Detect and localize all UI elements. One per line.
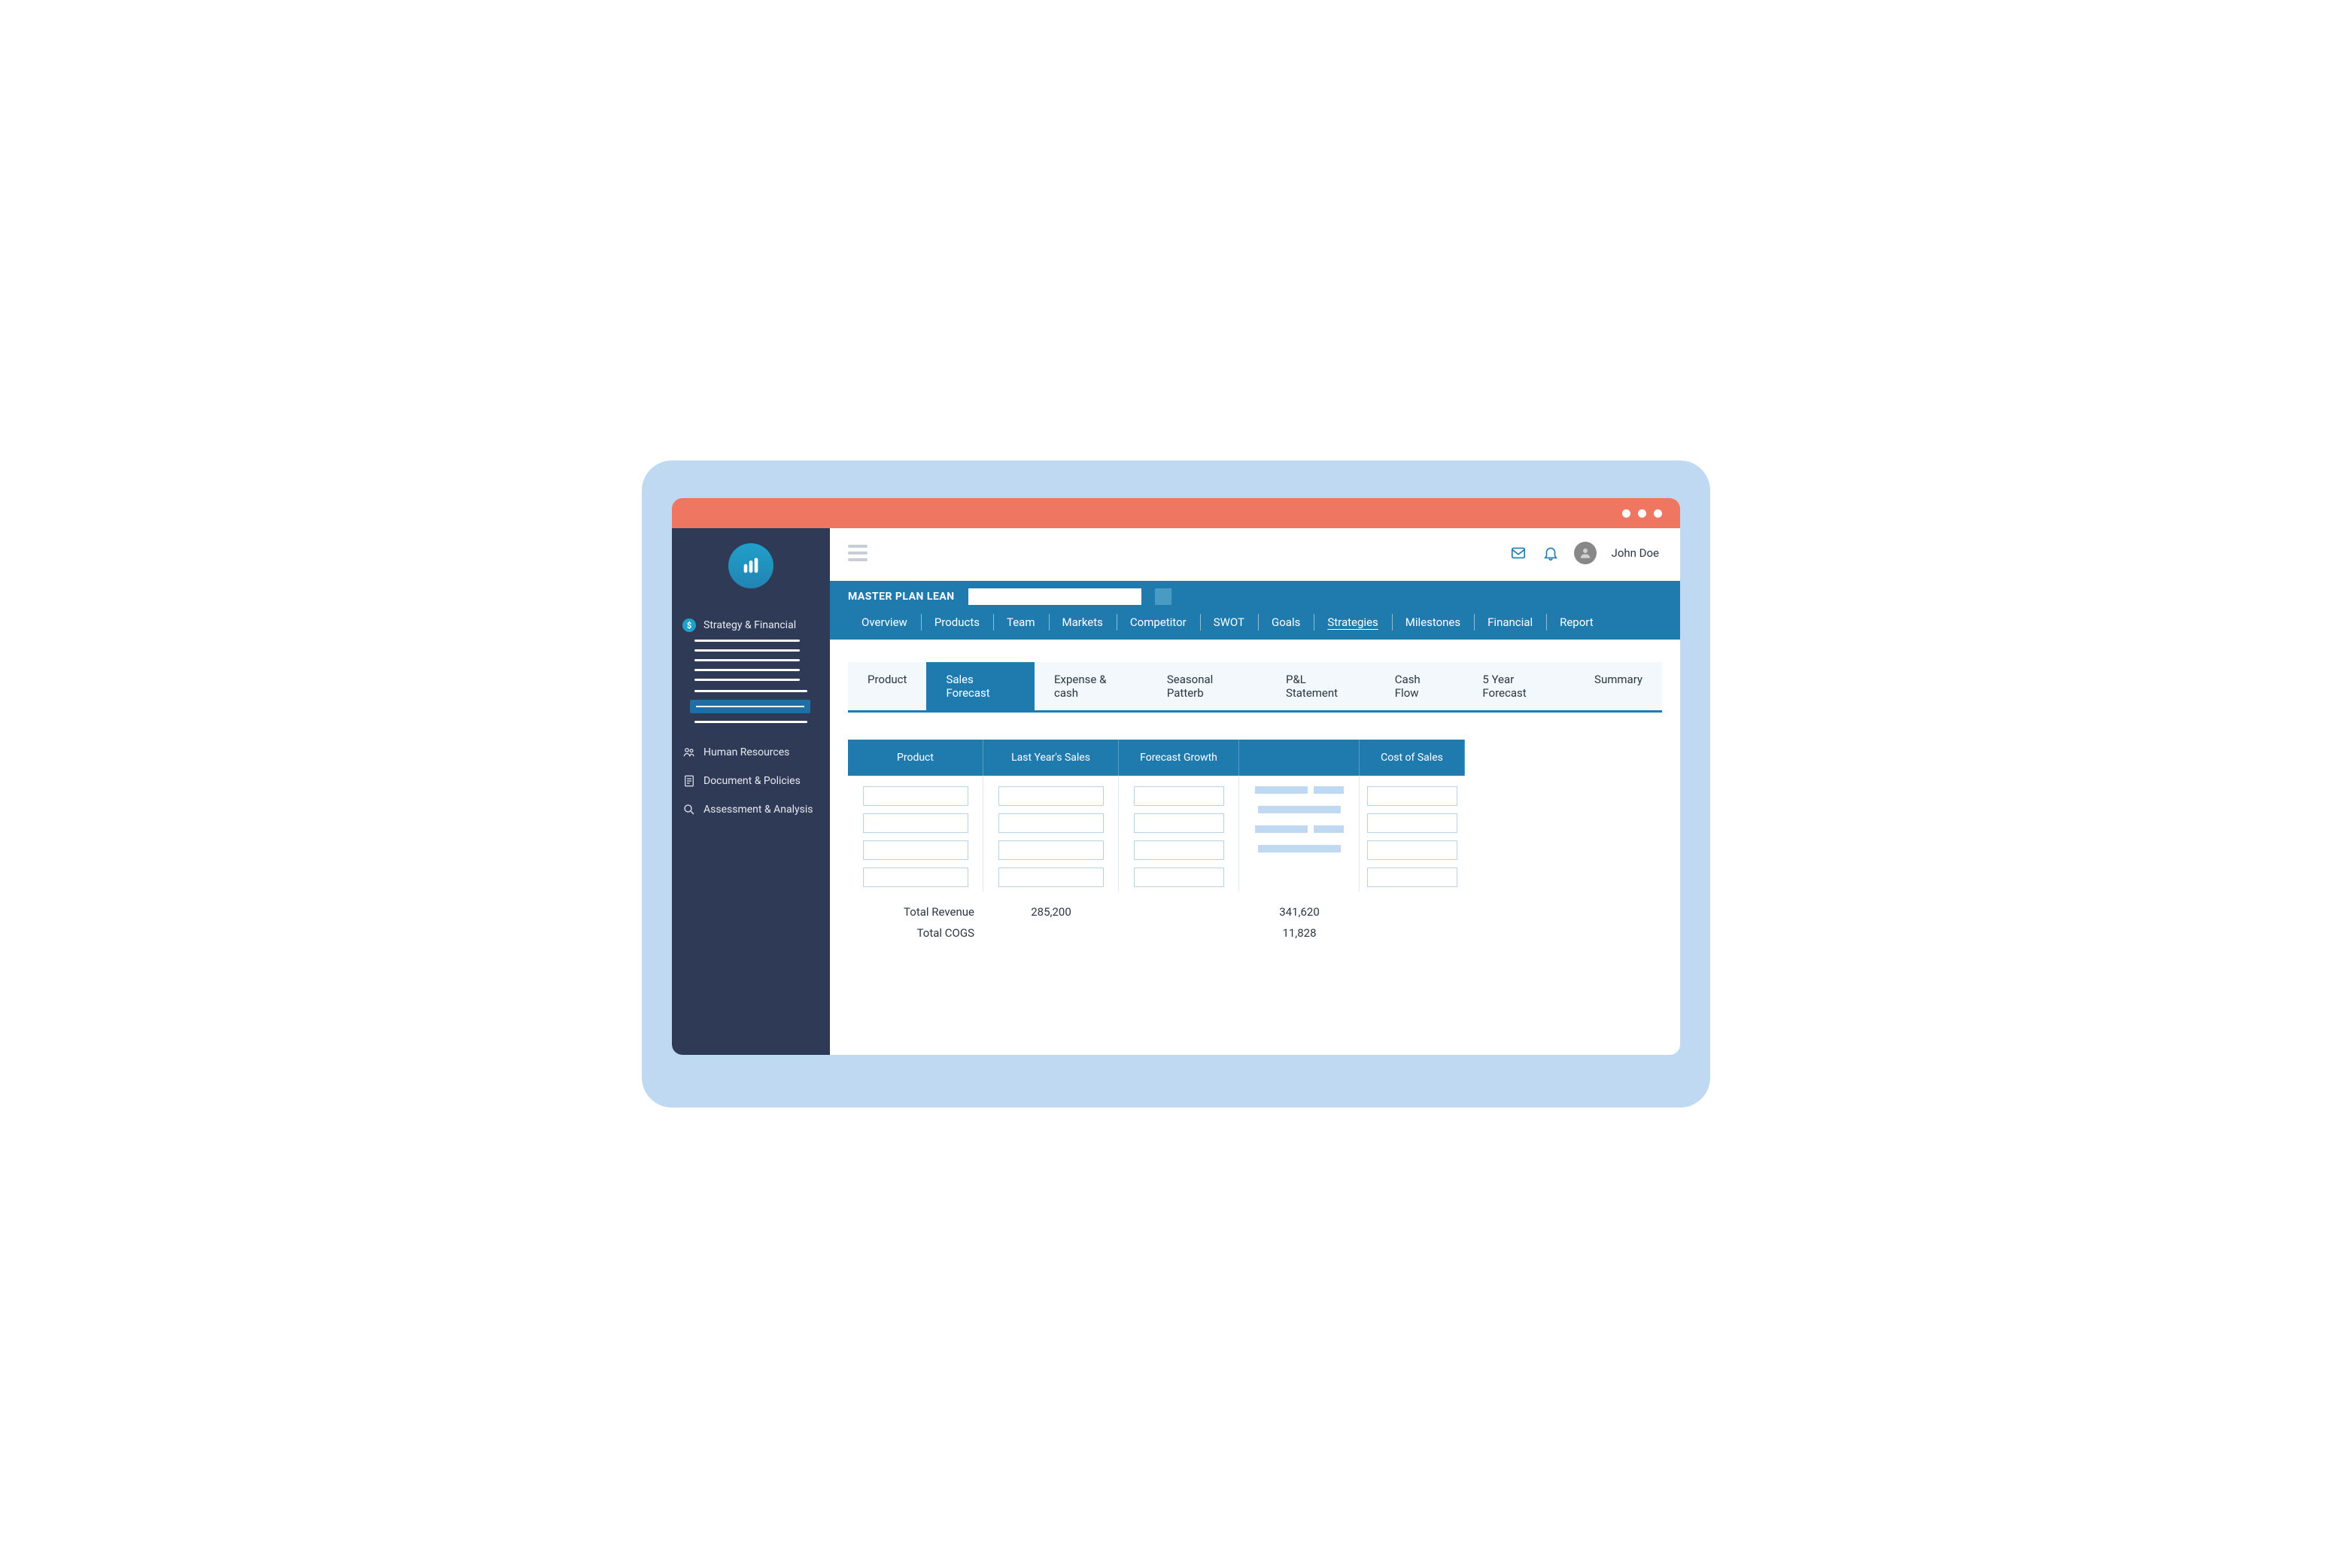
last-year-sales-input[interactable] [998, 813, 1104, 833]
sidebar-item-label: Assessment & Analysis [703, 804, 813, 816]
plan-title: MASTER PLAN LEAN [848, 591, 955, 603]
user-icon [1579, 546, 1592, 560]
window-control-dot[interactable] [1638, 509, 1646, 518]
sidebar-sublines [672, 690, 830, 728]
slider-placeholder[interactable] [1314, 825, 1344, 833]
slider-placeholder[interactable] [1258, 806, 1341, 813]
total-revenue-forecast: 341,620 [1239, 905, 1360, 919]
slider-placeholder[interactable] [1255, 786, 1308, 794]
sidebar: $ Strategy & Financial [672, 528, 830, 1055]
tab-goals[interactable]: Goals [1258, 612, 1314, 632]
logo-bars-icon [740, 555, 761, 576]
tab-report[interactable]: Report [1546, 612, 1607, 632]
plan-action-button[interactable] [1155, 588, 1171, 605]
forecast-growth-input[interactable] [1134, 813, 1224, 833]
secondary-tabs: ProductSales ForecastExpense & cashSeaso… [848, 662, 1662, 713]
th-cost-of-sales: Cost of Sales [1360, 740, 1465, 776]
mail-icon[interactable] [1509, 545, 1527, 561]
th-forecast-growth: Forecast Growth [1119, 740, 1239, 776]
sidebar-placeholder-line [694, 640, 800, 642]
subtab-cash-flow[interactable]: Cash Flow [1375, 662, 1463, 710]
user-name: John Doe [1612, 546, 1659, 560]
dollar-circle-icon: $ [682, 618, 696, 632]
product-input[interactable] [863, 813, 968, 833]
subtab-summary[interactable]: Summary [1575, 662, 1662, 710]
tab-milestones[interactable]: Milestones [1392, 612, 1474, 632]
th-last-year-sales: Last Year's Sales [983, 740, 1119, 776]
sidebar-placeholder-line [694, 659, 800, 661]
total-cogs-value: 11,828 [1239, 926, 1360, 940]
sidebar-placeholder-line [694, 649, 800, 652]
forecast-growth-input[interactable] [1134, 868, 1224, 887]
bell-icon[interactable] [1542, 545, 1559, 561]
tab-swot[interactable]: SWOT [1200, 612, 1258, 632]
slider-placeholder[interactable] [1314, 786, 1344, 794]
cost-of-sales-input[interactable] [1367, 868, 1457, 887]
window-titlebar [672, 498, 1680, 528]
slider-placeholder[interactable] [1258, 845, 1341, 852]
tab-competitor[interactable]: Competitor [1117, 612, 1200, 632]
primary-tabs: OverviewProductsTeamMarketsCompetitorSWO… [830, 608, 1680, 640]
app-logo [728, 543, 773, 588]
avatar[interactable] [1574, 542, 1597, 564]
total-revenue-last-year: 285,200 [983, 905, 1119, 919]
sidebar-placeholder-line [694, 679, 800, 681]
subtab-5-year-forecast[interactable]: 5 Year Forecast [1463, 662, 1575, 710]
total-cogs-label: Total COGS [848, 926, 983, 940]
sidebar-item-label: Document & Policies [703, 775, 801, 787]
document-icon [682, 774, 696, 788]
sidebar-placeholder-line [694, 690, 807, 692]
sidebar-item-label: Strategy & Financial [703, 619, 796, 631]
plan-name-input[interactable] [968, 588, 1141, 605]
main-content: John Doe MASTER PLAN LEAN OverviewProduc… [830, 528, 1680, 1055]
subtab-sales-forecast[interactable]: Sales Forecast [926, 662, 1035, 710]
product-input[interactable] [863, 868, 968, 887]
forecast-table: Product Last Year's Sales Forecast Growt… [830, 713, 1680, 958]
sidebar-placeholder-line [694, 721, 807, 723]
topbar: John Doe [830, 528, 1680, 581]
people-icon [682, 746, 696, 759]
device-frame: $ Strategy & Financial [642, 460, 1710, 1108]
cost-of-sales-input[interactable] [1367, 786, 1457, 806]
sidebar-item-strategy-financial[interactable]: $ Strategy & Financial [672, 611, 830, 640]
product-input[interactable] [863, 786, 968, 806]
sidebar-item-label: Human Resources [703, 746, 789, 758]
sidebar-item-assessment-analysis[interactable]: Assessment & Analysis [672, 795, 830, 824]
th-blank [1239, 740, 1360, 776]
sidebar-placeholder-line [694, 669, 800, 671]
sidebar-sublines [672, 640, 830, 685]
last-year-sales-input[interactable] [998, 786, 1104, 806]
sidebar-item-human-resources[interactable]: Human Resources [672, 738, 830, 767]
sidebar-active-subitem[interactable] [690, 700, 810, 713]
cost-of-sales-input[interactable] [1367, 840, 1457, 860]
total-revenue-label: Total Revenue [848, 905, 983, 919]
tab-products[interactable]: Products [921, 612, 993, 632]
slider-placeholder[interactable] [1255, 825, 1308, 833]
last-year-sales-input[interactable] [998, 840, 1104, 860]
tab-financial[interactable]: Financial [1474, 612, 1546, 632]
cost-of-sales-input[interactable] [1367, 813, 1457, 833]
forecast-growth-input[interactable] [1134, 786, 1224, 806]
last-year-sales-input[interactable] [998, 868, 1104, 887]
th-product: Product [848, 740, 983, 776]
subtab-seasonal-patterb[interactable]: Seasonal Patterb [1147, 662, 1266, 710]
window-control-dot[interactable] [1622, 509, 1630, 518]
product-input[interactable] [863, 840, 968, 860]
subtab-expense-cash[interactable]: Expense & cash [1035, 662, 1147, 710]
tab-overview[interactable]: Overview [848, 612, 921, 632]
plan-header: MASTER PLAN LEAN OverviewProductsTeamMar… [830, 581, 1680, 640]
window-control-dot[interactable] [1654, 509, 1662, 518]
tab-strategies[interactable]: Strategies [1314, 612, 1391, 632]
forecast-growth-input[interactable] [1134, 840, 1224, 860]
tab-team[interactable]: Team [993, 612, 1049, 632]
subtab-p-l-statement[interactable]: P&L Statement [1266, 662, 1375, 710]
menu-toggle-button[interactable] [848, 545, 868, 561]
app-window: $ Strategy & Financial [672, 498, 1680, 1055]
search-icon [682, 803, 696, 816]
sidebar-item-document-policies[interactable]: Document & Policies [672, 767, 830, 795]
subtab-product[interactable]: Product [848, 662, 926, 710]
tab-markets[interactable]: Markets [1049, 612, 1117, 632]
